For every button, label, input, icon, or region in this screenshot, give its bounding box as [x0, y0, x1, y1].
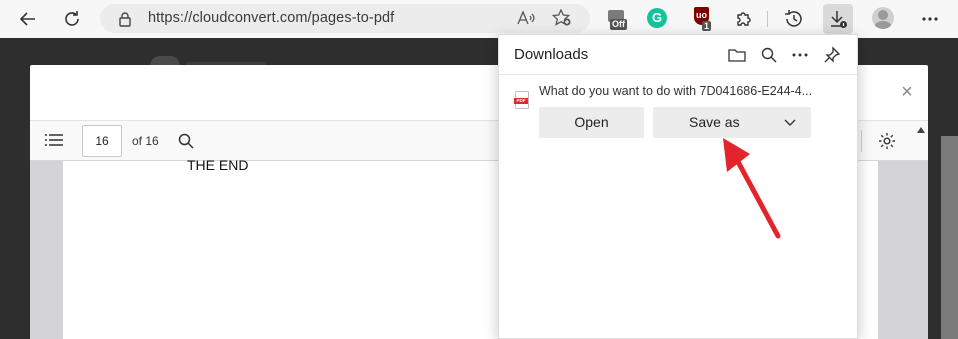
- read-aloud-icon[interactable]: [516, 10, 536, 26]
- chevron-down-icon[interactable]: [783, 116, 797, 128]
- downloads-button[interactable]: [823, 4, 853, 34]
- back-arrow-icon: [19, 12, 35, 26]
- downloads-title: Downloads: [514, 46, 589, 63]
- address-bar[interactable]: https://cloudconvert.com/pages-to-pdf: [100, 4, 590, 33]
- download-prompt-message: What do you want to do with 7D041686-E24…: [539, 84, 813, 98]
- extensions-button[interactable]: [729, 4, 759, 34]
- pdf-page-text: THE END: [187, 157, 249, 173]
- profile-avatar[interactable]: [872, 7, 894, 29]
- more-menu-button[interactable]: [915, 4, 945, 34]
- ublock-count-badge: 1: [702, 21, 712, 31]
- page-total-label: of 16: [132, 134, 159, 148]
- open-button[interactable]: Open: [539, 107, 644, 138]
- favorites-add-icon[interactable]: [552, 9, 572, 27]
- pdf-file-tag: PDF: [514, 98, 528, 104]
- refresh-icon: [65, 11, 79, 26]
- refresh-button[interactable]: [57, 4, 87, 34]
- more-options-icon[interactable]: [789, 44, 811, 66]
- open-folder-icon[interactable]: [726, 44, 748, 66]
- downloads-panel: Downloads PDF What do you want to do wit…: [498, 34, 858, 339]
- annotation-arrow: [723, 138, 781, 239]
- page-number-input[interactable]: 16: [82, 125, 122, 157]
- search-downloads-icon[interactable]: [758, 44, 780, 66]
- history-icon: [785, 10, 802, 27]
- scrollbar[interactable]: [941, 136, 958, 339]
- back-button[interactable]: [13, 4, 43, 34]
- ublock-icon[interactable]: uo 1: [692, 7, 714, 31]
- url-text[interactable]: https://cloudconvert.com/pages-to-pdf: [148, 10, 394, 26]
- grammarly-icon[interactable]: G: [647, 8, 667, 28]
- downloads-icon: [831, 11, 847, 28]
- browser-toolbar: https://cloudconvert.com/pages-to-pdf Of…: [0, 0, 958, 38]
- extension-off-icon[interactable]: Off: [606, 8, 628, 30]
- extension-off-badge: Off: [610, 19, 627, 30]
- scroll-up-arrow[interactable]: [916, 126, 926, 134]
- more-menu-icon: [922, 17, 938, 21]
- search-icon[interactable]: [178, 133, 194, 149]
- gear-icon[interactable]: [878, 132, 896, 150]
- downloads-divider: [499, 74, 857, 75]
- toolbar-separator: [767, 11, 768, 27]
- toolbar-divider: [861, 130, 862, 152]
- pdf-file-icon: PDF: [514, 91, 529, 109]
- extensions-puzzle-icon: [737, 12, 751, 26]
- history-button[interactable]: [779, 4, 809, 34]
- lock-icon[interactable]: [118, 11, 132, 27]
- pin-icon[interactable]: [821, 44, 843, 66]
- close-icon[interactable]: ×: [898, 82, 916, 102]
- outline-list-icon[interactable]: [45, 134, 63, 146]
